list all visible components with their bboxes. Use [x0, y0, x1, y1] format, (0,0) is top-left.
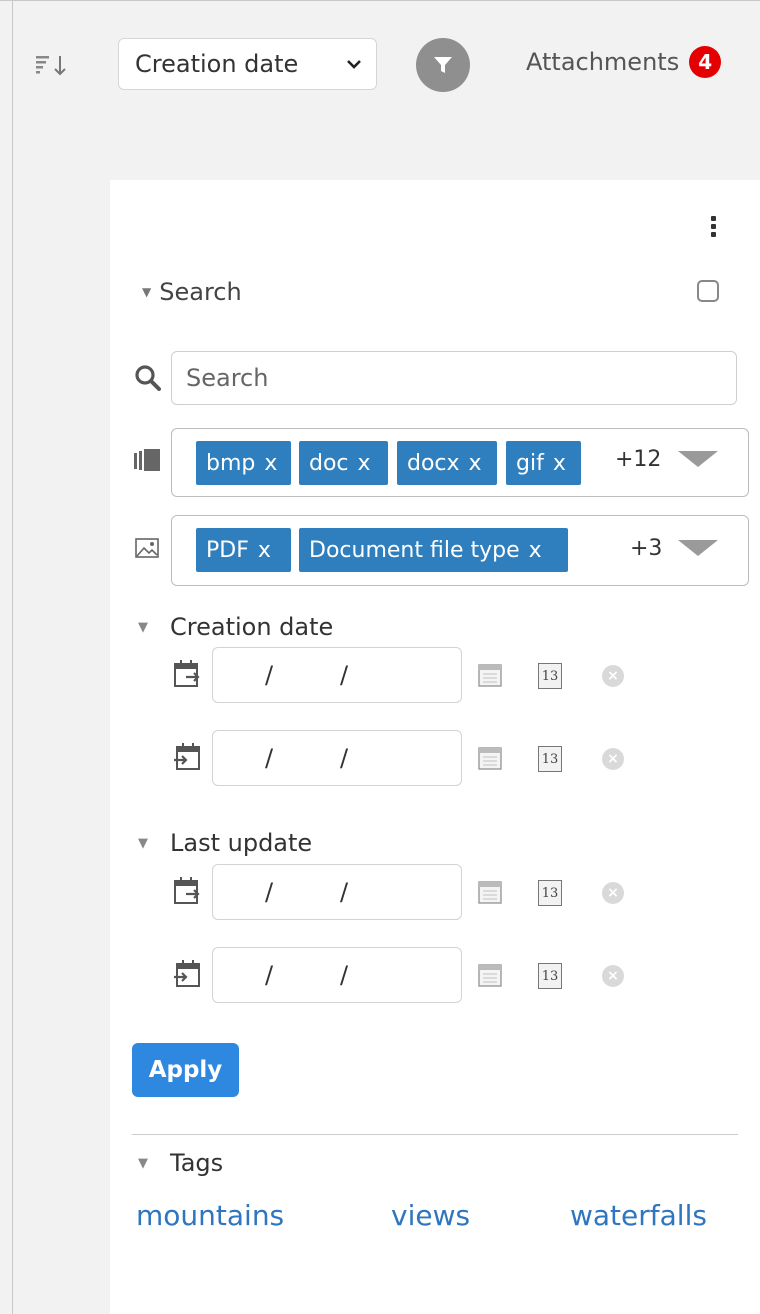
sort-by-select[interactable]: Creation date: [118, 38, 377, 90]
collapse-triangle-icon: ▼: [138, 619, 148, 635]
date-separator: /: [340, 744, 349, 772]
chip-pdf[interactable]: PDF x: [196, 528, 291, 572]
chip-remove-button[interactable]: x: [553, 451, 566, 476]
today-button[interactable]: 13: [538, 963, 562, 989]
date-separator: /: [265, 961, 274, 989]
date-separator: /: [265, 744, 274, 772]
clear-icon[interactable]: ×: [602, 965, 624, 987]
more-count: +12: [615, 447, 662, 472]
collapse-triangle-icon: ▼: [142, 285, 152, 299]
last-update-to-row: / / 13 ×: [170, 947, 640, 1003]
sort-order-icon[interactable]: [36, 55, 70, 77]
attachments-link[interactable]: Attachments 4: [526, 46, 722, 78]
chip-gif[interactable]: gif x: [506, 441, 581, 485]
search-input[interactable]: [171, 351, 737, 405]
chip-bmp[interactable]: bmp x: [196, 441, 291, 485]
date-separator: /: [265, 661, 274, 689]
search-section-toggle[interactable]: ▼ Search: [142, 278, 242, 306]
calendar-start-icon: [174, 877, 200, 904]
date-separator: /: [340, 661, 349, 689]
file-types-icon: [134, 449, 160, 471]
search-section-title: Search: [159, 278, 242, 306]
clear-icon[interactable]: ×: [602, 882, 624, 904]
today-button[interactable]: 13: [538, 880, 562, 906]
chip-label: doc: [309, 450, 349, 476]
funnel-icon: [434, 57, 452, 73]
chip-label: bmp: [206, 450, 256, 476]
date-picker-icon[interactable]: [478, 880, 502, 904]
creation-date-title: Creation date: [170, 613, 334, 641]
dropdown-caret-icon[interactable]: [678, 540, 718, 556]
date-separator: /: [340, 961, 349, 989]
filter-button[interactable]: [416, 38, 470, 92]
last-update-to-input[interactable]: / /: [212, 947, 462, 1003]
chip-label: gif: [516, 450, 544, 476]
chip-remove-button[interactable]: x: [529, 538, 542, 563]
chip-remove-button[interactable]: x: [264, 451, 277, 476]
sort-by-value: Creation date: [135, 50, 299, 78]
creation-date-toggle[interactable]: ▼ Creation date: [138, 613, 333, 641]
tag-link-waterfalls[interactable]: waterfalls: [570, 1199, 707, 1232]
chip-doc[interactable]: doc x: [299, 441, 388, 485]
chip-document-file-type[interactable]: Document file type x: [299, 528, 568, 572]
chip-remove-button[interactable]: x: [469, 451, 482, 476]
creation-date-from-input[interactable]: / /: [212, 647, 462, 703]
tags-title: Tags: [170, 1149, 224, 1177]
creation-date-from-row: / / 13 ×: [170, 647, 640, 703]
date-separator: /: [265, 878, 274, 906]
attachments-count-badge: 4: [689, 46, 722, 78]
last-update-from-input[interactable]: / /: [212, 864, 462, 920]
more-count: +3: [630, 536, 663, 561]
section-divider: [132, 1134, 738, 1135]
search-icon: [135, 365, 161, 391]
calendar-end-icon: [174, 743, 200, 770]
last-update-toggle[interactable]: ▼ Last update: [138, 829, 312, 857]
collapse-triangle-icon: ▼: [138, 835, 148, 851]
date-separator: /: [340, 878, 349, 906]
today-button[interactable]: 13: [538, 746, 562, 772]
image-icon: [135, 538, 159, 558]
chip-label: docx: [407, 450, 460, 476]
tag-link-views[interactable]: views: [391, 1199, 470, 1232]
calendar-end-icon: [174, 960, 200, 987]
today-button[interactable]: 13: [538, 663, 562, 689]
apply-button[interactable]: Apply: [132, 1043, 239, 1097]
attachments-label: Attachments: [526, 48, 680, 76]
chip-remove-button[interactable]: x: [258, 538, 271, 563]
date-picker-icon[interactable]: [478, 663, 502, 687]
date-picker-icon[interactable]: [478, 963, 502, 987]
window-border-top: [0, 0, 760, 1]
more-options-icon[interactable]: [710, 216, 718, 240]
last-update-title: Last update: [170, 829, 313, 857]
creation-date-to-input[interactable]: / /: [212, 730, 462, 786]
file-types-select[interactable]: bmp x doc x docx x gif x +12: [171, 428, 749, 497]
date-picker-icon[interactable]: [478, 746, 502, 770]
last-update-from-row: / / 13 ×: [170, 864, 640, 920]
chip-label: PDF: [206, 537, 249, 563]
calendar-start-icon: [174, 660, 200, 687]
chevron-down-icon: [347, 60, 361, 69]
dropdown-caret-icon[interactable]: [678, 451, 718, 467]
collapse-triangle-icon: ▼: [138, 1155, 148, 1171]
tag-link-mountains[interactable]: mountains: [136, 1199, 284, 1232]
clear-icon[interactable]: ×: [602, 665, 624, 687]
creation-date-to-row: / / 13 ×: [170, 730, 640, 786]
chip-remove-button[interactable]: x: [358, 451, 371, 476]
search-section-checkbox[interactable]: [697, 280, 719, 302]
chip-docx[interactable]: docx x: [397, 441, 497, 485]
window-border-left: [12, 0, 13, 1314]
clear-icon[interactable]: ×: [602, 748, 624, 770]
tags-section-toggle[interactable]: ▼ Tags: [138, 1149, 223, 1177]
document-types-select[interactable]: PDF x Document file type x +3: [171, 515, 749, 586]
chip-label: Document file type: [309, 537, 520, 563]
